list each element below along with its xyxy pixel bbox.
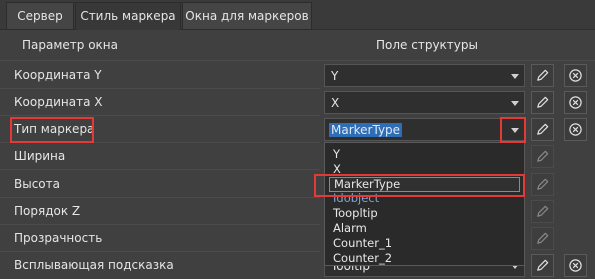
tab-bar: Сервер Стиль маркера Окна для маркеров: [0, 0, 595, 30]
edit-button[interactable]: [531, 227, 554, 250]
dropdown-option[interactable]: Alarm: [333, 222, 367, 235]
clear-circle-icon: [569, 123, 582, 136]
clear-button[interactable]: [564, 64, 587, 87]
edit-button[interactable]: [531, 254, 554, 277]
edit-button[interactable]: [531, 200, 554, 223]
pencil-icon: [537, 205, 549, 217]
clear-button[interactable]: [564, 254, 587, 277]
edit-button[interactable]: [531, 118, 554, 141]
dropdown-option[interactable]: Y: [333, 148, 340, 161]
tab-label: Стиль маркера: [80, 9, 176, 23]
clear-circle-icon: [569, 69, 582, 82]
pencil-icon: [537, 259, 549, 271]
select-value: MarkerType: [329, 123, 403, 137]
edit-button[interactable]: [531, 64, 554, 87]
select-value: Y: [331, 69, 339, 83]
chevron-down-icon[interactable]: [511, 74, 519, 79]
edit-button[interactable]: [531, 145, 554, 168]
row-label: Всплывающая подсказка: [14, 258, 174, 272]
dropdown-option[interactable]: Counter_2: [333, 252, 392, 265]
row-label: Координата X: [14, 95, 103, 109]
tab-server[interactable]: Сервер: [6, 2, 74, 30]
select-value: X: [331, 96, 340, 110]
edit-button[interactable]: [531, 173, 554, 196]
tab-marker-windows[interactable]: Окна для маркеров: [182, 2, 312, 30]
pencil-icon: [537, 96, 549, 108]
tab-label: Сервер: [17, 9, 63, 23]
dropdown-option[interactable]: Toopltip: [333, 207, 378, 220]
pencil-icon: [537, 178, 549, 190]
row-label: Ширина: [14, 149, 66, 163]
row-label: Координата Y: [14, 68, 102, 82]
edit-button[interactable]: [531, 91, 554, 114]
clear-button[interactable]: [564, 118, 587, 141]
highlight-marker-type-label: [10, 117, 94, 143]
highlight-selected-option: [314, 174, 525, 197]
param-column-header: Параметр окна: [22, 38, 118, 52]
pencil-icon: [537, 232, 549, 244]
clear-circle-icon: [569, 259, 582, 272]
highlight-dropdown-arrow: [500, 117, 526, 143]
tab-label: Окна для маркеров: [185, 9, 309, 23]
row-label: Порядок Z: [14, 204, 81, 218]
field-dropdown-list: Y X MarkerType Idobject Toopltip Alarm C…: [324, 142, 525, 266]
clear-circle-icon: [569, 96, 582, 109]
tab-marker-style[interactable]: Стиль маркера: [75, 2, 181, 30]
pencil-icon: [537, 123, 549, 135]
row-divider: [0, 169, 320, 170]
field-select-marker-type[interactable]: MarkerType: [324, 118, 525, 141]
field-select-y[interactable]: Y: [324, 64, 525, 87]
pencil-icon: [537, 69, 549, 81]
row-label: Прозрачность: [14, 231, 103, 245]
table-header: Параметр окна Поле структуры: [0, 30, 595, 61]
field-column-header: Поле структуры: [376, 38, 478, 52]
dropdown-option[interactable]: Counter_1: [333, 237, 392, 250]
clear-button[interactable]: [564, 91, 587, 114]
chevron-down-icon[interactable]: [511, 101, 519, 106]
pencil-icon: [537, 150, 549, 162]
row-label: Высота: [14, 177, 60, 191]
field-select-x[interactable]: X: [324, 91, 525, 114]
